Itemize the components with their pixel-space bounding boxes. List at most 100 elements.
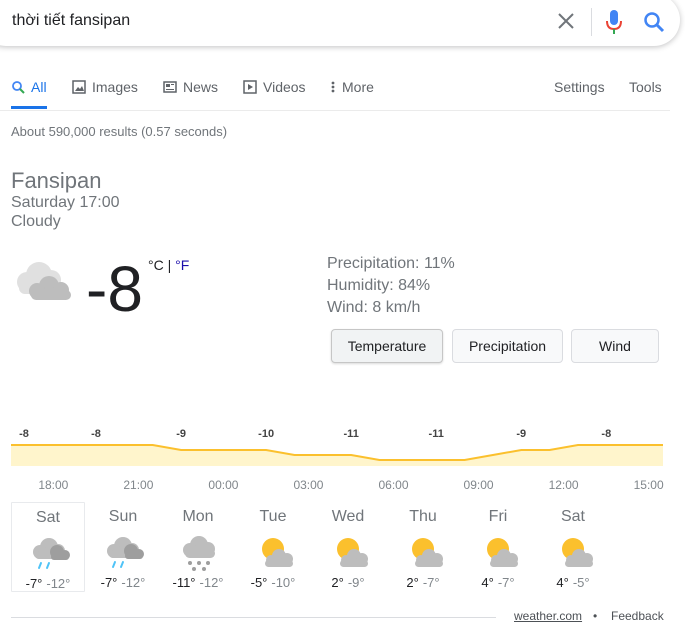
forecast-low: -10° <box>271 575 296 590</box>
active-tab-indicator <box>11 106 47 109</box>
forecast-day-name: Sat <box>35 509 60 526</box>
forecast-day-name: Fri <box>488 508 508 525</box>
tab-more[interactable]: More <box>330 79 374 95</box>
forecast-day[interactable]: Wed 2° -9° <box>311 502 385 592</box>
forecast-day[interactable]: Mon -11° -12° <box>161 502 235 592</box>
search-icon <box>12 81 25 94</box>
forecast-low: -7° <box>497 575 515 590</box>
tab-label: Images <box>92 79 138 95</box>
forecast-temps: 2° -9° <box>311 575 385 590</box>
unit-toggle[interactable]: °C | °F <box>148 257 189 273</box>
footer-separator: • <box>593 609 598 623</box>
forecast-temps: -7° -12° <box>12 576 84 591</box>
forecast-low: -12° <box>46 576 71 591</box>
wind-button[interactable]: Wind <box>571 329 659 363</box>
forecast-temps: 4° -7° <box>461 575 535 590</box>
forecast-day-name: Sat <box>560 508 585 525</box>
temperature-point-label: -8 <box>601 428 612 440</box>
footer-divider <box>11 617 496 618</box>
rain-cloud-icon <box>33 538 70 569</box>
tab-label: Videos <box>263 79 306 95</box>
tab-label: More <box>342 79 374 95</box>
forecast-day-name: Mon <box>182 508 214 525</box>
tab-videos[interactable]: Videos <box>243 79 306 95</box>
tab-all[interactable]: All <box>11 79 47 95</box>
tools-link[interactable]: Tools <box>629 79 662 95</box>
time-tick-label: 15:00 <box>633 478 664 492</box>
forecast-day[interactable]: Tue -5° -10° <box>236 502 310 592</box>
partly-sunny-icon <box>262 538 293 567</box>
news-icon <box>163 81 177 93</box>
temperature-point-label: -9 <box>516 428 527 440</box>
forecast-low: -9° <box>347 575 365 590</box>
time-tick-label: 06:00 <box>378 478 409 492</box>
forecast-low: -5° <box>572 575 590 590</box>
forecast-high: 4° <box>481 575 494 590</box>
wind-text: Wind: 8 km/h <box>327 299 421 316</box>
video-icon <box>243 80 257 94</box>
tab-label: News <box>183 79 219 95</box>
search-icon[interactable] <box>643 11 665 33</box>
more-vert-icon <box>331 81 335 93</box>
temperature-point-label: -11 <box>343 428 359 440</box>
tab-news[interactable]: News <box>163 79 218 95</box>
partly-sunny-icon <box>337 538 368 567</box>
forecast-temps: -5° -10° <box>236 575 310 590</box>
forecast-low: -12° <box>121 575 146 590</box>
result-stats: About 590,000 results (0.57 seconds) <box>11 124 228 139</box>
partly-sunny-icon <box>562 538 593 567</box>
rain-cloud-icon <box>107 537 144 568</box>
unit-separator: | <box>163 257 176 273</box>
weather-datetime: Saturday 17:00 <box>11 194 120 211</box>
forecast-day[interactable]: Sat -7° -12° <box>11 502 85 592</box>
humidity-text: Humidity: 84% <box>327 277 431 294</box>
forecast-day-name: Tue <box>259 508 287 525</box>
source-link[interactable]: weather.com <box>514 609 582 623</box>
temperature-point-label: -8 <box>91 428 101 440</box>
time-tick-label: 12:00 <box>548 478 579 492</box>
divider <box>591 8 592 36</box>
time-tick-label: 21:00 <box>123 478 154 492</box>
partly-sunny-icon <box>487 538 518 567</box>
temperature-point-label: -9 <box>176 428 186 440</box>
forecast-day[interactable]: Sun -7° -12° <box>86 502 160 592</box>
forecast-day[interactable]: Fri 4° -7° <box>461 502 535 592</box>
forecast-high: -7° <box>100 575 118 590</box>
forecast-high: 2° <box>406 575 419 590</box>
forecast-high: 2° <box>331 575 344 590</box>
settings-link[interactable]: Settings <box>554 79 605 95</box>
feedback-link[interactable]: Feedback <box>611 609 664 623</box>
temperature-point-label: -11 <box>428 428 444 440</box>
forecast-day-name: Sun <box>108 508 138 525</box>
tab-label: All <box>31 79 47 95</box>
forecast-day[interactable]: Thu 2° -7° <box>386 502 460 592</box>
precipitation-button[interactable]: Precipitation <box>452 329 563 363</box>
unit-fahrenheit[interactable]: °F <box>175 257 189 273</box>
forecast-day[interactable]: Sat 4° -5° <box>536 502 610 592</box>
forecast-low: -7° <box>422 575 440 590</box>
microphone-icon[interactable] <box>605 9 623 35</box>
precipitation-text: Precipitation: 11% <box>327 255 455 272</box>
forecast-day-name: Wed <box>331 508 365 525</box>
clear-icon[interactable] <box>556 11 576 31</box>
forecast-temps: 2° -7° <box>386 575 460 590</box>
time-tick-label: 18:00 <box>38 478 69 492</box>
time-tick-label: 09:00 <box>463 478 494 492</box>
forecast-high: -11° <box>172 575 196 590</box>
forecast-temps: -7° -12° <box>86 575 160 590</box>
tabs-divider <box>0 110 670 111</box>
partly-sunny-icon <box>412 538 443 567</box>
unit-celsius[interactable]: °C <box>148 257 164 273</box>
temperature-button[interactable]: Temperature <box>331 329 443 363</box>
search-input[interactable]: thời tiết fansipan <box>12 12 130 30</box>
tab-images[interactable]: Images <box>72 79 138 95</box>
forecast-temps: -11° -12° <box>161 575 235 590</box>
forecast-temps: 4° -5° <box>536 575 610 590</box>
forecast-high: -7° <box>25 576 43 591</box>
temperature-chart <box>11 444 663 466</box>
current-temperature: -8 <box>86 253 143 325</box>
forecast-day-name: Thu <box>409 508 437 525</box>
weather-condition: Cloudy <box>11 213 61 230</box>
temperature-point-label: -8 <box>19 428 29 440</box>
weather-location: Fansipan <box>11 168 102 193</box>
